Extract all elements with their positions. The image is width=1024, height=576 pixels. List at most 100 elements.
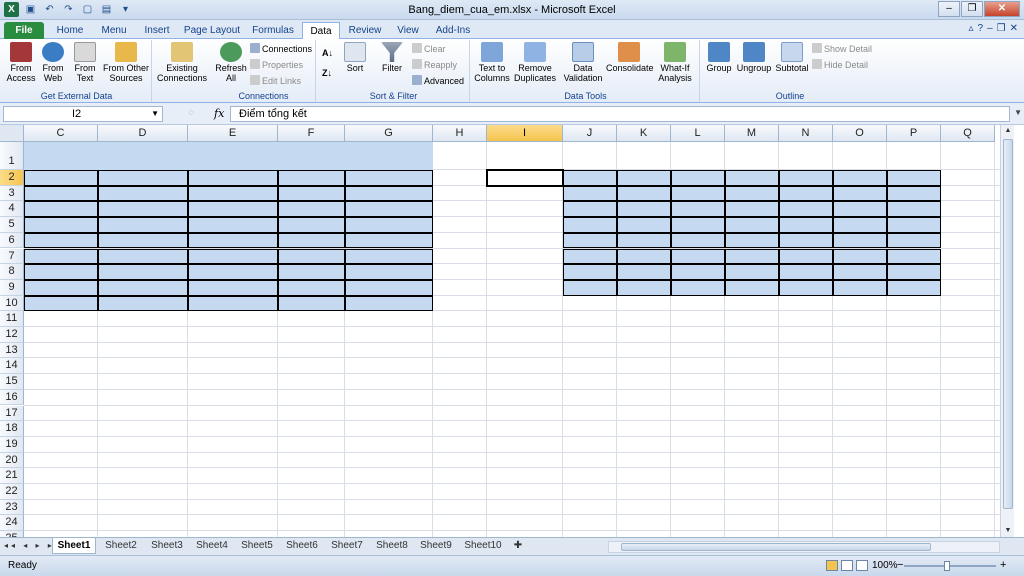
left-table-cell[interactable] [278,185,345,202]
zoom-out-icon[interactable]: − [897,559,903,571]
close-button[interactable]: ✕ [984,1,1020,17]
sheet-tab-sheet5[interactable]: Sheet5 [236,538,278,554]
right-table-cell[interactable] [887,185,941,202]
hide-detail-button[interactable]: Hide Detail [812,58,868,72]
row-header-17[interactable]: 17 [0,405,24,422]
column-header-c[interactable]: C [24,125,98,142]
criteria-value[interactable] [487,186,563,202]
right-table-cell[interactable] [887,279,941,296]
show-detail-button[interactable]: Show Detail [812,42,872,56]
tab-page-layout[interactable]: Page Layout [180,22,244,39]
right-table-cell[interactable] [725,279,779,296]
expand-formula-bar-icon[interactable]: ▼ [1014,108,1022,117]
left-table-cell[interactable] [278,279,345,296]
row-header-2[interactable]: 2 [0,170,24,186]
tab-menu[interactable]: Menu [94,22,134,39]
workbook-close-icon[interactable]: ✕ [1010,23,1018,34]
sheet-title[interactable] [24,144,345,168]
insert-sheet-icon[interactable]: ✚ [510,538,526,554]
sheet-tab-sheet1[interactable]: Sheet1 [52,538,96,554]
reapply-button[interactable]: Reapply [412,58,457,72]
right-table-cell[interactable] [671,185,725,202]
left-table-cell[interactable] [188,201,278,218]
text-to-columns-button[interactable]: Text to Columns [474,42,510,83]
left-table-cell[interactable] [345,232,433,249]
zoom-slider-knob[interactable] [944,561,950,571]
select-all-corner[interactable] [0,125,24,142]
row-header-21[interactable]: 21 [0,468,24,484]
sheet-tab-sheet2[interactable]: Sheet2 [100,538,142,554]
left-table-cell[interactable] [278,232,345,249]
ribbon-minimize-icon[interactable]: ▵ [968,23,973,34]
right-table-cell[interactable] [779,279,833,296]
left-table-cell[interactable] [188,232,278,249]
right-table-cell[interactable] [617,201,671,218]
left-table-cell[interactable] [345,201,433,218]
left-table-cell[interactable] [278,248,345,265]
left-table-header[interactable] [24,170,98,186]
minimize-button[interactable]: – [938,1,960,17]
column-header-l[interactable]: L [671,125,725,142]
group-button[interactable]: Group [704,42,734,73]
right-table-cell[interactable] [887,264,941,280]
left-table-cell[interactable] [278,295,345,312]
vertical-scroll-thumb[interactable] [1003,139,1013,509]
right-table-cell[interactable] [833,217,887,233]
right-table-cell[interactable] [779,248,833,265]
properties-button[interactable]: Properties [250,58,303,72]
data-validation-button[interactable]: Data Validation [560,42,606,83]
right-table-cell[interactable] [563,232,617,249]
tab-home[interactable]: Home [48,22,92,39]
left-table-cell[interactable] [345,248,433,265]
left-table-header[interactable] [98,170,188,186]
left-table-cell[interactable] [278,264,345,280]
right-table-cell[interactable] [725,201,779,218]
right-table-cell[interactable] [725,232,779,249]
left-table-cell[interactable] [345,295,433,312]
row-header-22[interactable]: 22 [0,484,24,500]
right-table-cell[interactable] [563,185,617,202]
sort-z-a-button[interactable]: Z↓ [322,66,332,80]
from-access-button[interactable]: From Access [6,42,36,83]
column-header-g[interactable]: G [345,125,433,142]
tab-review[interactable]: Review [342,22,388,39]
left-table-cell[interactable] [278,217,345,233]
left-table-cell[interactable] [188,248,278,265]
zoom-slider[interactable] [904,565,996,567]
left-table-cell[interactable] [98,201,188,218]
right-table-header[interactable] [833,170,887,186]
row-header-14[interactable]: 14 [0,358,24,375]
column-header-e[interactable]: E [188,125,278,142]
right-table-cell[interactable] [617,264,671,280]
right-table-cell[interactable] [887,217,941,233]
right-table-cell[interactable] [617,185,671,202]
row-header-4[interactable]: 4 [0,201,24,218]
column-header-m[interactable]: M [725,125,779,142]
right-table-cell[interactable] [833,201,887,218]
row-header-7[interactable]: 7 [0,248,24,265]
left-table-cell[interactable] [98,248,188,265]
right-table-cell[interactable] [563,217,617,233]
right-table-cell[interactable] [671,264,725,280]
right-table-cell[interactable] [617,248,671,265]
left-table-cell[interactable] [98,217,188,233]
right-table-cell[interactable] [617,279,671,296]
right-table-cell[interactable] [779,264,833,280]
column-header-f[interactable]: F [278,125,345,142]
right-table-cell[interactable] [671,201,725,218]
row-header-16[interactable]: 16 [0,389,24,406]
tab-data[interactable]: Data [302,22,340,39]
left-table-cell[interactable] [188,279,278,296]
right-table-cell[interactable] [617,232,671,249]
tab-view[interactable]: View [390,22,426,39]
right-table-cell[interactable] [563,201,617,218]
column-header-j[interactable]: J [563,125,617,142]
tab-insert[interactable]: Insert [136,22,178,39]
right-table-cell[interactable] [725,248,779,265]
right-table-cell[interactable] [779,232,833,249]
right-table-cell[interactable] [725,185,779,202]
right-table-cell[interactable] [779,185,833,202]
clear-button[interactable]: Clear [412,42,446,56]
column-header-d[interactable]: D [98,125,188,142]
workbook-minimize-icon[interactable]: – [987,23,993,34]
